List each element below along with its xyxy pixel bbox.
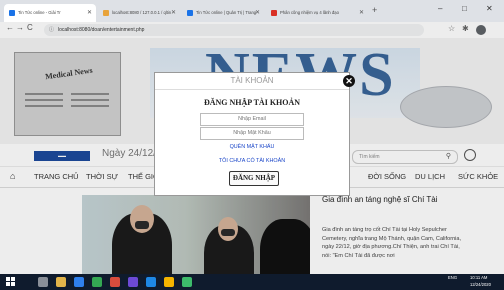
favicon-icon bbox=[103, 10, 109, 16]
maximize-button[interactable]: □ bbox=[462, 4, 467, 13]
close-tab-icon[interactable]: ✕ bbox=[171, 4, 176, 22]
app-icon[interactable] bbox=[164, 277, 174, 287]
close-tab-icon[interactable]: ✕ bbox=[87, 4, 92, 22]
search-taskbar-icon[interactable] bbox=[38, 277, 48, 287]
file-explorer-icon[interactable] bbox=[56, 277, 66, 287]
close-window-button[interactable]: ✕ bbox=[486, 4, 493, 13]
tab-title: Tin Tức online - Giải Tr bbox=[18, 10, 61, 15]
forgot-password-link[interactable]: QUÊN MẬT KHẨU bbox=[155, 144, 349, 150]
windows-start-icon[interactable] bbox=[6, 277, 16, 287]
login-button[interactable]: ĐĂNG NHẬP bbox=[229, 171, 279, 186]
favicon-icon bbox=[187, 10, 193, 16]
email-field[interactable] bbox=[200, 113, 304, 126]
new-tab-button[interactable]: + bbox=[372, 5, 377, 15]
login-modal: TÀI KHOẢN ĐĂNG NHẬP TÀI KHOẢN QUÊN MẬT K… bbox=[154, 72, 350, 196]
modal-header: TÀI KHOẢN bbox=[155, 73, 349, 90]
tab-1[interactable]: Tin Tức online - Giải Tr ✕ bbox=[4, 4, 96, 22]
app-icon[interactable] bbox=[128, 277, 138, 287]
favicon-icon bbox=[271, 10, 277, 16]
tab-bar: Tin Tức online - Giải Tr ✕ localhost:808… bbox=[0, 0, 504, 22]
tab-4[interactable]: Phân công nhiệm vụ 4 lãnh đạo ✕ bbox=[266, 4, 368, 22]
windows-taskbar: ENG 10:11 AM 12/24/2020 bbox=[0, 274, 504, 290]
password-field[interactable] bbox=[200, 127, 304, 140]
minimize-button[interactable]: – bbox=[438, 4, 442, 13]
close-icon[interactable]: ✕ bbox=[343, 75, 355, 87]
tray-language[interactable]: ENG bbox=[448, 274, 457, 282]
app-icon[interactable] bbox=[110, 277, 120, 287]
store-icon[interactable] bbox=[74, 277, 84, 287]
modal-title: ĐĂNG NHẬP TÀI KHOẢN bbox=[203, 98, 301, 107]
tab-title: localhost:8080 / 127.0.0.1 / qltin bbox=[112, 10, 172, 15]
chrome-icon[interactable] bbox=[92, 277, 102, 287]
close-tab-icon[interactable]: ✕ bbox=[359, 4, 364, 22]
app-icon[interactable] bbox=[182, 277, 192, 287]
register-link[interactable]: TÔI CHƯA CÓ TÀI KHOẢN bbox=[155, 158, 349, 164]
app-icon[interactable] bbox=[146, 277, 156, 287]
favicon-icon bbox=[9, 10, 15, 16]
tab-2[interactable]: localhost:8080 / 127.0.0.1 / qltin ✕ bbox=[98, 4, 180, 22]
tab-title: Tin Tức online | Quản Trị | Trang bbox=[196, 10, 257, 15]
tray-date[interactable]: 12/24/2020 bbox=[470, 281, 491, 289]
tab-title: Phân công nhiệm vụ 4 lãnh đạo bbox=[280, 10, 339, 15]
tab-3[interactable]: Tin Tức online | Quản Trị | Trang ✕ bbox=[182, 4, 264, 22]
close-tab-icon[interactable]: ✕ bbox=[255, 4, 260, 22]
